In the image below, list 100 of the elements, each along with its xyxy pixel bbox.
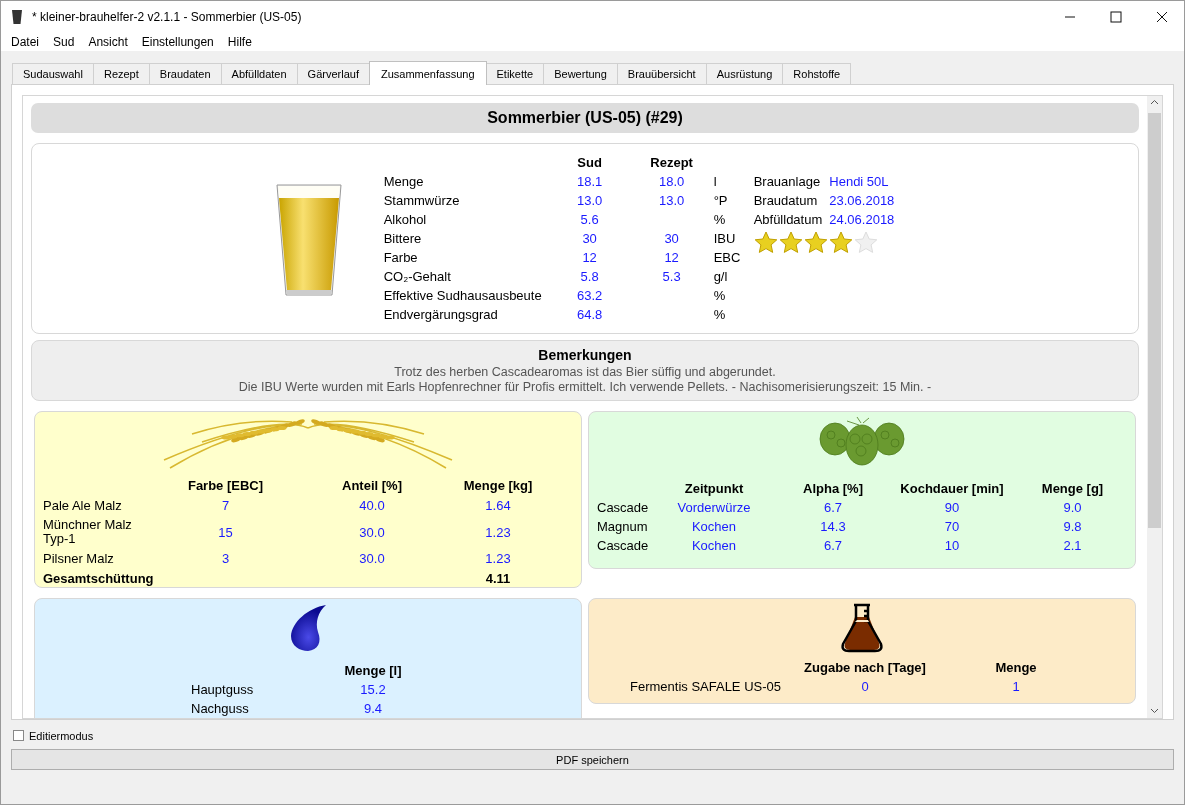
table-cell-text: 40.0 [358, 498, 386, 513]
table-cell-text: 5.6 [579, 212, 600, 227]
row-label: Farbe [383, 250, 419, 265]
column-header: Rezept [649, 155, 694, 170]
field-label: Braudatum [753, 193, 819, 208]
menu-item[interactable]: Ansicht [81, 34, 135, 49]
table-cell-text: 14.3 [819, 519, 847, 534]
table-cell-text: 6.7 [822, 538, 844, 553]
checkbox[interactable] [13, 730, 24, 741]
column-header: Alpha [%] [802, 481, 864, 496]
beer-glass-icon [12, 9, 22, 24]
unit-label: EBC [713, 250, 742, 265]
checkbox-label[interactable]: Editiermodus [29, 729, 94, 742]
unit-label: % [713, 212, 727, 227]
total-label: Gesamtschüttung [43, 571, 153, 586]
row-label: Stammwürze [383, 193, 461, 208]
column-header: Zugabe nach [Tage] [803, 660, 927, 675]
table-cell-text: 5.8 [579, 269, 600, 284]
column-header: Farbe [EBC] [186, 478, 265, 493]
table-cell-text: 30.0 [358, 524, 386, 540]
column-header: Zeitpunkt [683, 481, 745, 496]
field-label: Brauanlage [753, 174, 822, 189]
tab[interactable]: Rohstoffe [782, 63, 852, 84]
column-header: Kochdauer [min] [899, 481, 1005, 496]
table-cell-text: 9.4 [362, 701, 384, 716]
star-icon [853, 231, 878, 255]
table-cell-text: Kochen [690, 519, 738, 534]
row-label: Menge [383, 174, 425, 189]
column-header: Anteil [%] [341, 478, 403, 493]
table-cell-text: 13.0 [657, 193, 686, 208]
table-cell-text: 9.0 [1062, 500, 1083, 515]
table-cell-text: 2.1 [1062, 538, 1083, 553]
table-cell-text: 18.1 [575, 174, 604, 189]
table-cell-text: 6.7 [822, 500, 844, 515]
row-label: Fermentis SAFALE US-05 [630, 679, 782, 694]
row-label: Bittere [383, 231, 423, 246]
row-label: Pilsner Malz [43, 551, 115, 566]
unit-label: g/l [713, 269, 729, 284]
row-label: Nachguss [191, 701, 250, 716]
menu-item[interactable]: Einstellungen [134, 34, 221, 49]
menu-item[interactable]: Sud [46, 34, 82, 49]
water-drop-icon [288, 604, 328, 652]
remarks-title: Bemerkungen [537, 346, 633, 364]
field-value: Hendi 50L [829, 174, 890, 189]
unit-label: l [713, 174, 718, 189]
remarks-text: Trotz des herben Cascadearomas ist das Bier süffig und abgerundet. [393, 365, 777, 379]
column-header: Menge [g] [1040, 481, 1105, 496]
table-cell-text: 12 [581, 250, 598, 265]
total-value: 4.11 [484, 571, 512, 586]
maximize-icon[interactable] [1110, 10, 1122, 23]
row-label: CO₂-Gehalt [383, 269, 452, 284]
table-cell-text: 1.23 [484, 524, 512, 540]
remarks-text: Die IBU Werte wurden mit Earls Hopfenrechner für Profis ermittelt. Ich verwende Pellets. - Nachisomerisierungszeit: 15 Min. - [237, 380, 933, 394]
row-label: Alkohol [383, 212, 428, 227]
row-label: Cascade [597, 538, 650, 553]
star-icon [753, 231, 778, 255]
table-cell-text: 18.0 [657, 174, 686, 189]
table-cell-text: 0 [860, 679, 870, 694]
row-label: Effektive Sudhausausbeute [383, 288, 543, 303]
unit-label: IBU [713, 231, 737, 246]
unit-label: % [713, 307, 727, 322]
table-cell-text: 15.2 [359, 682, 387, 697]
scrollbar[interactable] [1147, 96, 1162, 718]
pdf-save-button[interactable]: PDF speichern [11, 749, 1174, 770]
table-cell-text: 10 [943, 538, 961, 553]
row-label: Pale Ale Malz [43, 498, 123, 513]
field-value: 23.06.2018 [829, 193, 895, 208]
table-cell-text: 30.0 [358, 551, 386, 566]
recipe-heading: Sommerbier (US-05) (#29) [31, 103, 1139, 133]
tab[interactable]: Sudauswahl [12, 63, 94, 84]
table-cell-text: Vorderwürze [676, 500, 752, 515]
table-cell-text: 13.0 [575, 193, 604, 208]
star-icon [803, 231, 828, 255]
star-icon [828, 231, 853, 255]
column-header: Menge [l] [343, 663, 403, 678]
table-cell-text: 5.3 [661, 269, 682, 284]
close-icon[interactable] [1156, 10, 1168, 23]
table-cell-text: 1 [1011, 679, 1021, 694]
row-label: Münchner Malz Typ-1 [43, 518, 133, 546]
unit-label: % [713, 288, 727, 303]
row-label: Magnum [597, 519, 649, 534]
window-title: * kleiner-brauhelfer-2 v2.1.1 - Sommerbier (US-05) [32, 9, 302, 24]
table-cell-text: 12 [663, 250, 680, 265]
tab[interactable]: Zusammenfassung [368, 61, 487, 85]
table-cell-text: 70 [943, 519, 961, 534]
table-cell-text: 1.23 [484, 551, 512, 566]
table-cell-text: 64.8 [575, 307, 604, 322]
row-label: Endvergärungsgrad [383, 307, 499, 322]
menu-item[interactable]: Hilfe [220, 34, 259, 49]
field-label: Abfülldatum [753, 212, 823, 227]
table-cell-text: 9.8 [1062, 519, 1083, 534]
table-cell-text: 3 [220, 551, 231, 566]
column-header: Sud [576, 155, 603, 170]
menu-item[interactable]: Datei [4, 34, 46, 49]
row-label: Cascade [597, 500, 650, 515]
column-header: Menge [kg] [462, 478, 534, 493]
table-cell-text: 1.64 [484, 498, 512, 513]
star-icon [778, 231, 803, 255]
field-value: 24.06.2018 [829, 212, 895, 227]
table-cell-text: 90 [943, 500, 961, 515]
